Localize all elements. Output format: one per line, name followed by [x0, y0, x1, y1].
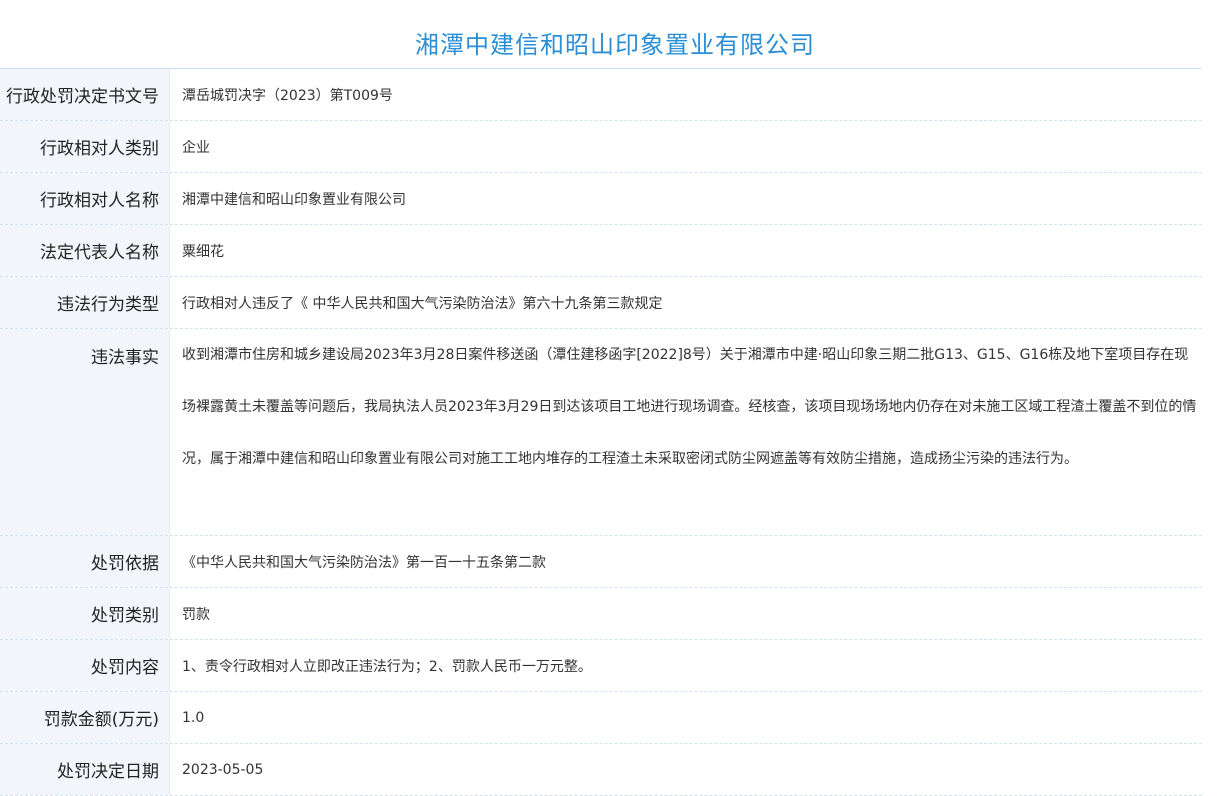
row-value: 企业 [182, 139, 210, 156]
table-row: 罚款金额(万元) 1.0 [0, 692, 1202, 744]
row-label: 处罚依据 [0, 536, 170, 587]
table-row: 处罚内容 1、责令行政相对人立即改正违法行为；2、罚款人民币一万元整。 [0, 640, 1202, 692]
row-value: 2023-05-05 [182, 761, 264, 778]
row-label: 违法事实 [0, 329, 170, 535]
row-value: 1、责令行政相对人立即改正违法行为；2、罚款人民币一万元整。 [182, 658, 592, 675]
row-value: 《中华人民共和国大气污染防治法》第一百一十五条第二款 [182, 554, 546, 571]
page-title: 湘潭中建信和昭山印象置业有限公司 [415, 31, 815, 59]
row-value: 收到湘潭市住房和城乡建设局2023年3月28日案件移送函（潭住建移函字[2022… [182, 347, 1197, 467]
row-label: 行政相对人类别 [0, 121, 170, 172]
table-row: 处罚类别 罚款 [0, 588, 1202, 640]
row-value: 粟细花 [182, 243, 224, 260]
table-row: 处罚依据 《中华人民共和国大气污染防治法》第一百一十五条第二款 [0, 536, 1202, 588]
row-label: 罚款金额(万元) [0, 692, 170, 743]
table-row: 行政相对人名称 湘潭中建信和昭山印象置业有限公司 [0, 173, 1202, 225]
penalty-info-table: 行政处罚决定书文号 潭岳城罚决字（2023）第T009号 行政相对人类别 企业 … [0, 68, 1202, 796]
table-row: 处罚决定日期 2023-05-05 [0, 744, 1202, 796]
row-value: 罚款 [182, 606, 210, 623]
row-label: 违法行为类型 [0, 277, 170, 328]
row-label: 法定代表人名称 [0, 225, 170, 276]
page: 湘潭中建信和昭山印象置业有限公司 行政处罚决定书文号 潭岳城罚决字（2023）第… [0, 0, 1230, 796]
table-row: 行政处罚决定书文号 潭岳城罚决字（2023）第T009号 [0, 69, 1202, 121]
row-value: 湘潭中建信和昭山印象置业有限公司 [182, 191, 406, 208]
row-label: 处罚类别 [0, 588, 170, 639]
row-value: 1.0 [182, 709, 205, 726]
table-row: 行政相对人类别 企业 [0, 121, 1202, 173]
table-row: 违法行为类型 行政相对人违反了《 中华人民共和国大气污染防治法》第六十九条第三款… [0, 277, 1202, 329]
row-value: 潭岳城罚决字（2023）第T009号 [182, 87, 393, 104]
row-value: 行政相对人违反了《 中华人民共和国大气污染防治法》第六十九条第三款规定 [182, 295, 663, 312]
table-row: 法定代表人名称 粟细花 [0, 225, 1202, 277]
row-label: 处罚决定日期 [0, 744, 170, 795]
table-row: 违法事实 收到湘潭市住房和城乡建设局2023年3月28日案件移送函（潭住建移函字… [0, 329, 1202, 536]
row-label: 行政相对人名称 [0, 173, 170, 224]
row-label: 行政处罚决定书文号 [0, 69, 170, 120]
row-label: 处罚内容 [0, 640, 170, 691]
